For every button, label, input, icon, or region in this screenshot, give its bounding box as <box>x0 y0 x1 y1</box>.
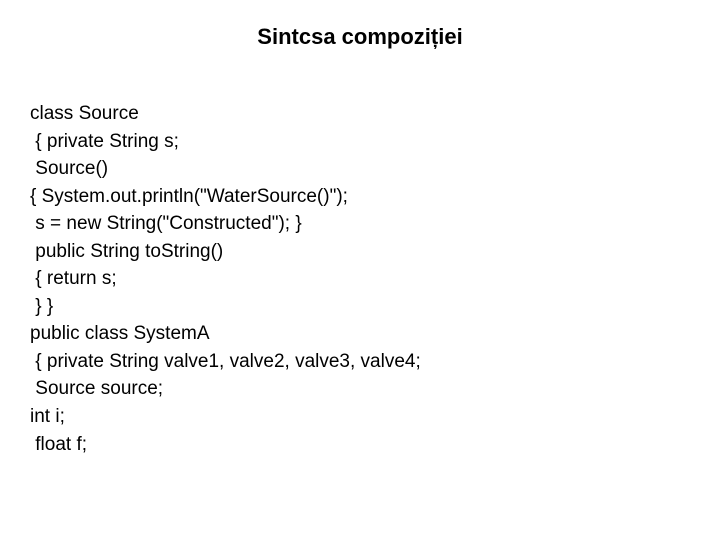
code-block: class Source { private String s; Source(… <box>0 58 720 458</box>
code-line: int i; <box>30 403 720 431</box>
code-line: { return s; <box>30 265 720 293</box>
code-line: { private String s; <box>30 128 720 156</box>
code-line: public class SystemA <box>30 320 720 348</box>
code-line: float f; <box>30 431 720 459</box>
code-line: public String toString() <box>30 238 720 266</box>
code-line: Source source; <box>30 375 720 403</box>
code-line: class Source <box>30 100 720 128</box>
code-line: Source() <box>30 155 720 183</box>
code-line: { System.out.println("WaterSource()"); <box>30 183 720 211</box>
page-title: Sintcsa compoziției <box>0 0 720 58</box>
code-line: s = new String("Constructed"); } <box>30 210 720 238</box>
code-line: } } <box>30 293 720 321</box>
code-line: { private String valve1, valve2, valve3,… <box>30 348 720 376</box>
